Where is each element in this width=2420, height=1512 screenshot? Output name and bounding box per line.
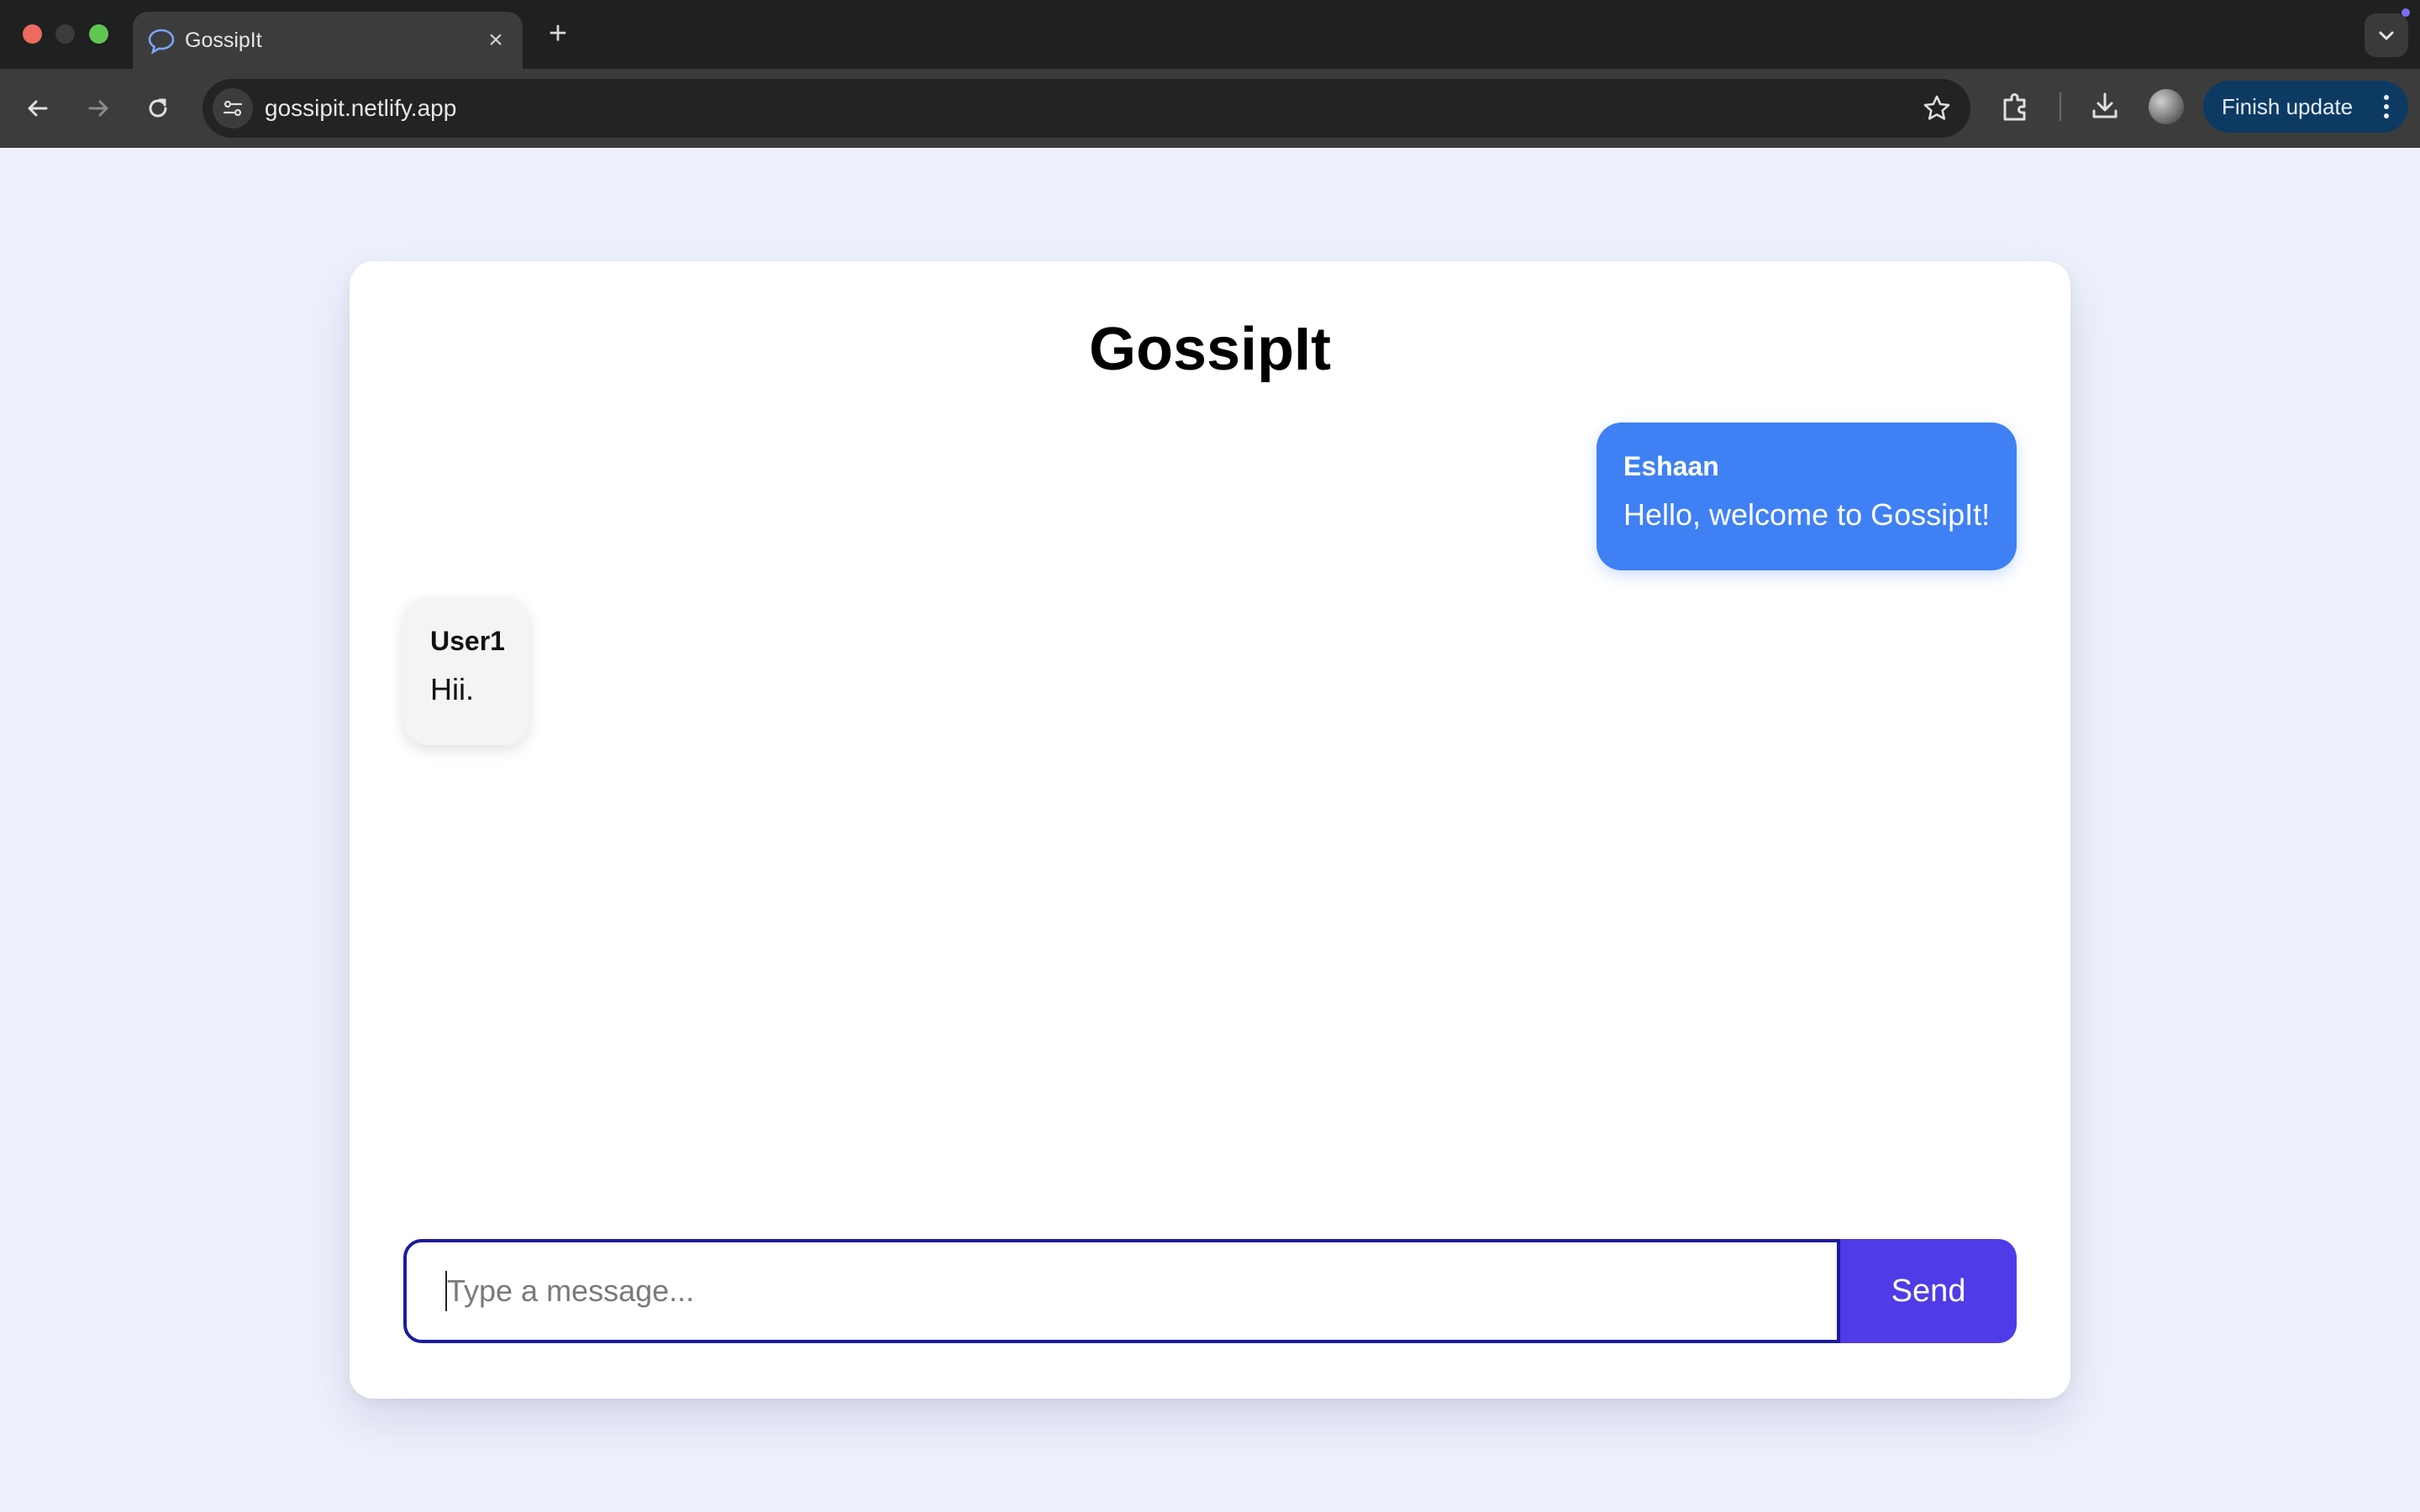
reload-button[interactable] [137, 87, 179, 129]
arrow-right-icon [88, 100, 108, 117]
chat-container: GossipIt Eshaan Hello, welcome to Gossip… [350, 261, 2070, 1399]
bookmark-star-icon[interactable] [1922, 93, 1952, 123]
browser-tab-bar: GossipIt × + [0, 0, 2420, 69]
browser-toolbar: gossipit.netlify.app [0, 69, 2420, 148]
chat-bubble-icon [145, 24, 178, 58]
url-text[interactable]: gossipit.netlify.app [265, 79, 456, 138]
tab-title: GossipIt [185, 29, 262, 52]
message-sender: Eshaan [1623, 451, 1719, 481]
message-text: Hello, welcome to GossipIt! [1623, 497, 1991, 532]
notification-dot [2402, 8, 2410, 17]
extensions-puzzle-icon[interactable] [1997, 87, 2034, 124]
message-sender: User1 [430, 626, 505, 656]
tab-search-button[interactable] [2365, 13, 2408, 57]
close-window-button[interactable] [23, 24, 42, 44]
message-input[interactable] [403, 1239, 1840, 1343]
message-bubble-other: User1 Hii. [403, 597, 529, 745]
site-info-button[interactable] [213, 88, 253, 129]
tune-icon [223, 100, 243, 117]
forward-button[interactable] [77, 87, 119, 129]
toolbar-divider [2060, 92, 2061, 121]
back-button[interactable] [17, 87, 59, 129]
maximize-window-button[interactable] [89, 24, 108, 44]
finish-update-button[interactable]: Finish update [2203, 81, 2408, 133]
more-vertical-icon[interactable] [2383, 95, 2390, 118]
address-bar[interactable]: gossipit.netlify.app [203, 79, 1970, 138]
new-tab-icon[interactable]: + [541, 17, 575, 50]
text-caret [445, 1271, 447, 1311]
browser-tab[interactable]: GossipIt × [133, 12, 523, 69]
message-text: Hii. [430, 672, 474, 706]
profile-avatar[interactable] [2149, 89, 2184, 124]
minimize-window-button[interactable] [55, 24, 75, 44]
message-bubble-own: Eshaan Hello, welcome to GossipIt! [1597, 423, 2017, 570]
finish-update-label: Finish update [2222, 94, 2354, 119]
download-icon[interactable] [2086, 87, 2123, 124]
app-title: GossipIt [1088, 316, 1332, 383]
reload-icon [149, 98, 167, 118]
message-composer: Send [403, 1239, 2017, 1343]
arrow-left-icon [28, 100, 48, 117]
chevron-down-icon [2379, 31, 2394, 40]
send-button[interactable]: Send [1840, 1239, 2017, 1343]
close-tab-icon[interactable]: × [482, 27, 509, 54]
